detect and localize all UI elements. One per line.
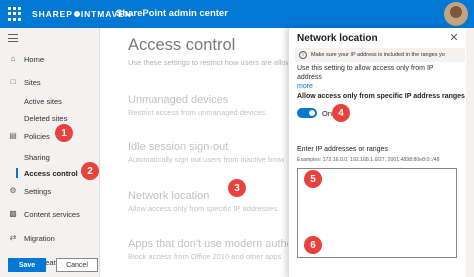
scroll-edge xyxy=(466,28,474,277)
app-title: SharePoint admin center xyxy=(116,8,228,19)
left-nav: ⌂ Home □ Sites Active sites Deleted site… xyxy=(0,28,100,277)
nav-item-label: Home xyxy=(24,54,45,64)
panel-title: Network location xyxy=(297,33,378,44)
hamburger-icon[interactable] xyxy=(8,34,18,42)
ip-field-label: Enter IP addresses or ranges xyxy=(297,146,388,153)
suite-bar: SHAREP INTMAVEN SharePoint admin center xyxy=(0,0,474,28)
home-icon: ⌂ xyxy=(10,54,16,63)
nav-item-migration[interactable]: ⇄ Migration xyxy=(0,229,100,247)
nav-item-label: Sharing xyxy=(24,152,50,162)
nav-item-settings[interactable]: ⚙ Settings xyxy=(0,182,100,200)
sites-icon: □ xyxy=(10,77,16,86)
info-message-text: Make sure your IP address is included in… xyxy=(311,52,445,58)
callout-marker-2: 2 xyxy=(81,162,99,180)
toggle-label: Allow access only from specific IP addre… xyxy=(297,93,465,100)
ip-examples-text: Examples: 172.16.0.0, 192.168.1.0/27, 20… xyxy=(297,157,440,163)
nav-item-active-sites[interactable]: Active sites xyxy=(0,92,100,110)
more-link[interactable]: more xyxy=(297,83,313,90)
policies-icon: ▤ xyxy=(9,131,17,140)
nav-item-policies[interactable]: ▤ Policies xyxy=(0,127,100,145)
settings-icon: ⚙ xyxy=(9,186,17,195)
brand-left-text: SHAREP xyxy=(32,9,73,19)
close-icon[interactable]: ✕ xyxy=(448,32,460,44)
cancel-button[interactable]: Cancel xyxy=(56,258,98,272)
restrict-ip-toggle[interactable] xyxy=(297,108,317,118)
callout-marker-5: 5 xyxy=(304,170,322,188)
save-button[interactable]: Save xyxy=(8,258,46,272)
nav-item-sites[interactable]: □ Sites xyxy=(0,73,100,91)
nav-item-label: Active sites xyxy=(24,96,62,106)
active-indicator xyxy=(16,168,18,178)
panel-description-text: Use this setting to allow access only fr… xyxy=(297,65,434,81)
waffle-icon[interactable] xyxy=(8,7,22,21)
nav-item-label: Content services xyxy=(24,209,80,219)
nav-item-home[interactable]: ⌂ Home xyxy=(0,50,100,68)
callout-marker-1: 1 xyxy=(55,124,73,142)
callout-marker-6: 6 xyxy=(304,236,322,254)
info-message-bar: i Make sure your IP address is included … xyxy=(295,48,465,62)
migration-icon: ⇄ xyxy=(9,233,17,242)
nav-item-label: Policies xyxy=(24,131,50,141)
nav-item-label: Sites xyxy=(24,77,41,87)
info-icon: i xyxy=(299,51,307,59)
nav-item-deleted-sites[interactable]: Deleted sites xyxy=(0,109,100,127)
avatar[interactable] xyxy=(444,2,468,26)
callout-marker-3: 3 xyxy=(228,179,246,197)
brand-dot-icon xyxy=(73,11,80,17)
content-services-icon: ▩ xyxy=(9,209,17,218)
toggle-knob xyxy=(309,110,315,116)
toggle-state-text: On xyxy=(322,109,333,118)
nav-item-label: Deleted sites xyxy=(24,113,68,123)
nav-item-label: Migration xyxy=(24,233,55,243)
nav-item-label: Access control xyxy=(24,168,78,178)
overlay-dim xyxy=(101,28,288,277)
nav-item-label: Settings xyxy=(24,186,52,196)
callout-marker-4: 4 xyxy=(332,104,350,122)
panel-description: Use this setting to allow access only fr… xyxy=(297,64,457,91)
nav-item-content-services[interactable]: ▩ Content services xyxy=(0,205,100,223)
